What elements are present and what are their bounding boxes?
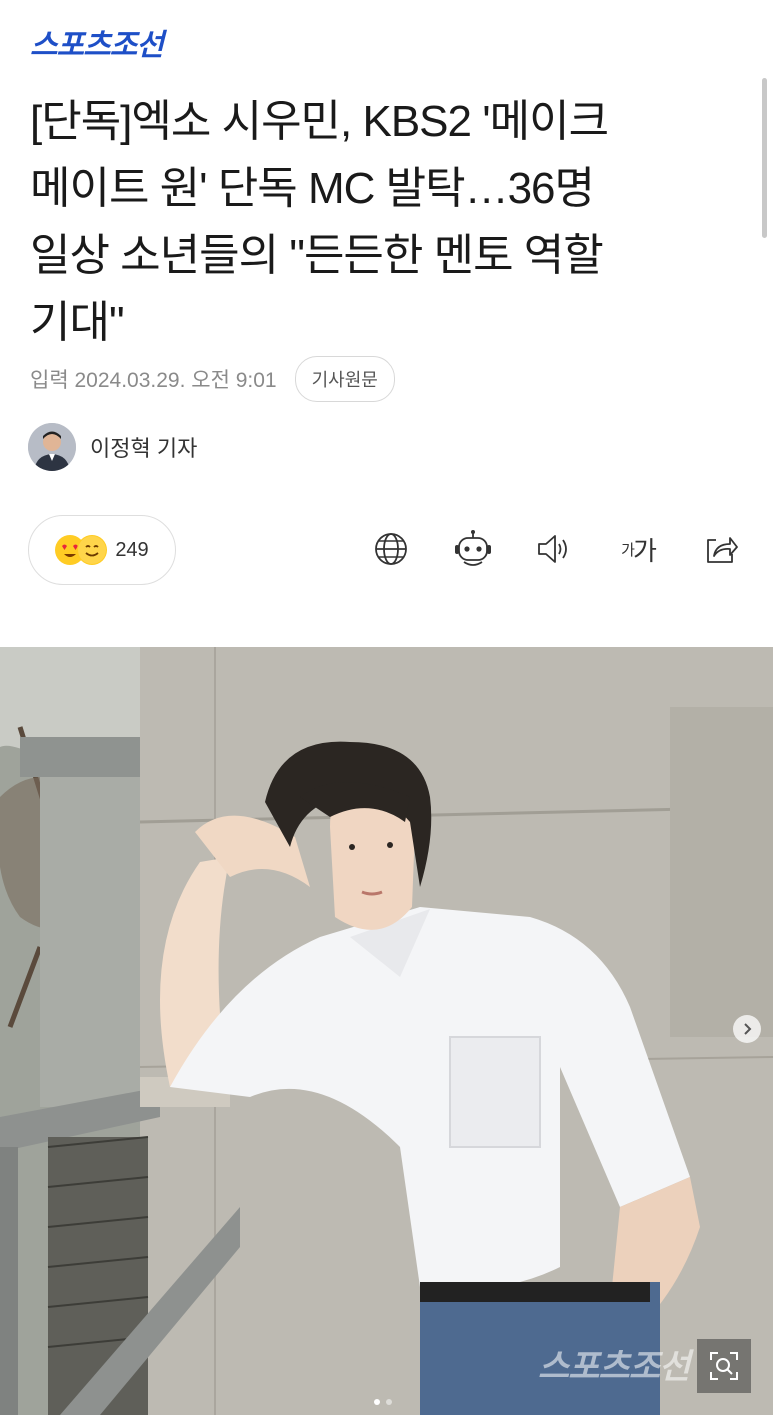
- font-size-button[interactable]: 가가: [613, 529, 663, 569]
- speaker-icon: [538, 535, 567, 563]
- title-line: 일상 소년들의 "든든한 멘토 역할: [30, 231, 604, 280]
- title-line: [단독]엑소 시우민, KBS2 '메이크: [30, 97, 609, 146]
- translate-button[interactable]: [371, 529, 411, 569]
- author-name[interactable]: 이정혁 기자: [90, 431, 197, 463]
- slide-indicator: [374, 1399, 392, 1405]
- zoom-button[interactable]: [697, 1339, 751, 1393]
- original-article-button[interactable]: 기사원문: [294, 356, 395, 402]
- slide-dot: [374, 1399, 380, 1405]
- text-to-speech-button[interactable]: [533, 529, 573, 569]
- reaction-count: 249: [115, 538, 149, 561]
- font-size-small-label: 가: [621, 541, 635, 559]
- smile-emoji-icon: [77, 535, 108, 565]
- article-photo[interactable]: 스포츠조선: [0, 647, 773, 1415]
- author-row[interactable]: 이정혁 기자: [28, 423, 197, 471]
- scrollbar[interactable]: [762, 78, 767, 238]
- ai-summary-button[interactable]: [451, 529, 495, 569]
- globe-icon: [375, 533, 407, 565]
- site-logo[interactable]: 스포츠조선: [30, 20, 164, 64]
- article-toolbar: 249 가가: [28, 515, 746, 587]
- article-title: [단독]엑소 시우민, KBS2 '메이크 메이트 원' 단독 MC 발탁…36…: [30, 88, 730, 356]
- publish-date: 입력 2024.03.29. 오전 9:01: [30, 369, 277, 392]
- title-line: 기대": [30, 298, 125, 347]
- title-line: 메이트 원' 단독 MC 발탁…36명: [30, 164, 595, 213]
- article-photo-image: [0, 647, 773, 1415]
- chevron-right-icon: [744, 1023, 752, 1035]
- next-image-button[interactable]: [733, 1015, 761, 1043]
- photo-watermark: 스포츠조선: [538, 1347, 690, 1387]
- share-button[interactable]: [700, 529, 740, 569]
- slide-dot: [386, 1399, 392, 1405]
- zoom-icon: [710, 1352, 738, 1380]
- reaction-button[interactable]: 249: [28, 515, 176, 585]
- share-icon: [707, 537, 738, 563]
- robot-icon: [455, 530, 491, 566]
- article-meta: 입력 2024.03.29. 오전 9:01 기사원문: [30, 356, 395, 402]
- font-size-large-label: 가: [632, 535, 657, 566]
- author-avatar: [28, 423, 76, 471]
